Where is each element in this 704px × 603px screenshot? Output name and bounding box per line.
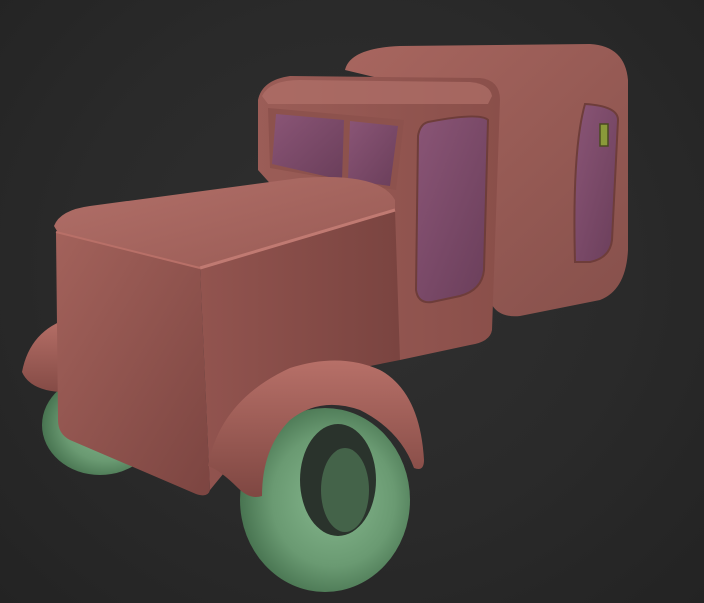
door-handle <box>599 123 609 147</box>
truck-render <box>22 44 628 592</box>
3d-viewport[interactable] <box>0 0 704 603</box>
rear-door-window <box>573 102 620 263</box>
windshield-right <box>348 121 398 186</box>
cab-side-window <box>414 115 490 304</box>
